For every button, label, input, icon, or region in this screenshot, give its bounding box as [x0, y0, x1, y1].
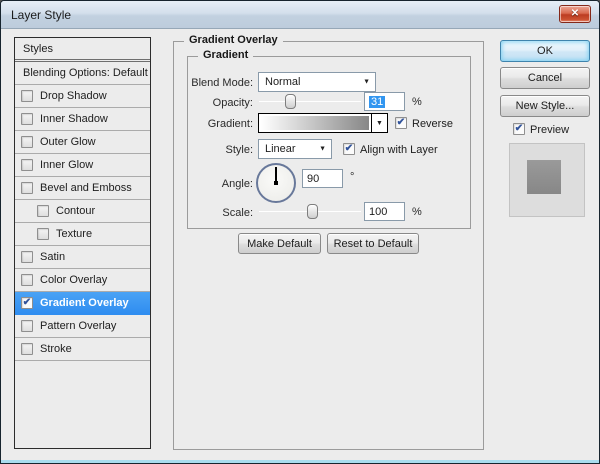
layer-style-dialog: Layer Style ✕ Styles Blending Options: D…: [0, 0, 600, 464]
dialog-content: Styles Blending Options: Default Drop Sha…: [1, 29, 599, 463]
gradient-overlay-checkbox[interactable]: ✔: [21, 297, 33, 309]
window-title: Layer Style: [11, 8, 71, 22]
scale-input[interactable]: 100: [364, 202, 405, 221]
gradient-dropdown-button[interactable]: ▼: [371, 114, 387, 132]
angle-label: Angle:: [181, 178, 253, 190]
sidebar-item-contour[interactable]: Contour: [15, 200, 150, 223]
angle-input[interactable]: 90: [302, 169, 343, 188]
sidebar-item-inner-shadow[interactable]: Inner Shadow: [15, 108, 150, 131]
sidebar-item-stroke[interactable]: Stroke: [15, 338, 150, 361]
sidebar-item-label: Outer Glow: [40, 136, 96, 148]
opacity-unit: %: [412, 96, 422, 108]
styles-list-header[interactable]: Styles: [15, 38, 150, 60]
texture-checkbox[interactable]: [37, 228, 49, 240]
sidebar-item-label: Inner Glow: [40, 159, 93, 171]
sidebar-item-label: Contour: [56, 205, 95, 217]
chevron-down-icon: ▼: [363, 79, 370, 86]
align-with-layer-checkbox[interactable]: ✔: [343, 143, 355, 155]
sidebar-item-blending-options-default[interactable]: Blending Options: Default: [15, 62, 150, 85]
styles-list-items: Blending Options: Default Drop Shadow Inne…: [15, 62, 150, 361]
blend-mode-label: Blend Mode:: [181, 77, 253, 89]
sidebar-item-gradient-overlay[interactable]: ✔ Gradient Overlay: [15, 292, 150, 315]
gradient-group-title: Gradient: [198, 49, 253, 61]
gradient-swatch[interactable]: [261, 116, 369, 130]
align-with-layer-label: Align with Layer: [360, 144, 438, 156]
sidebar-item-drop-shadow[interactable]: Drop Shadow: [15, 85, 150, 108]
preview-thumbnail: [509, 143, 585, 217]
inner-glow-checkbox[interactable]: [21, 159, 33, 171]
opacity-input[interactable]: 31: [364, 92, 405, 111]
titlebar[interactable]: Layer Style ✕: [1, 1, 599, 29]
blend-mode-select[interactable]: Normal ▼: [258, 72, 376, 92]
outer-glow-checkbox[interactable]: [21, 136, 33, 148]
chevron-down-icon: ▼: [319, 146, 326, 153]
sidebar-item-label: Pattern Overlay: [40, 320, 116, 332]
sidebar-item-bevel-and-emboss[interactable]: Bevel and Emboss: [15, 177, 150, 200]
sidebar-item-label: Stroke: [40, 343, 72, 355]
make-default-button[interactable]: Make Default: [238, 233, 321, 254]
color-overlay-checkbox[interactable]: [21, 274, 33, 286]
style-value: Linear: [265, 143, 296, 155]
styles-list: Styles Blending Options: Default Drop Sha…: [14, 37, 151, 449]
scale-label: Scale:: [181, 207, 253, 219]
pattern-overlay-checkbox[interactable]: [21, 320, 33, 332]
reverse-label: Reverse: [412, 118, 453, 130]
sidebar-item-pattern-overlay[interactable]: Pattern Overlay: [15, 315, 150, 338]
style-label: Style:: [181, 144, 253, 156]
scale-slider[interactable]: [259, 203, 361, 221]
stroke-checkbox[interactable]: [21, 343, 33, 355]
window-bottom-edge: [1, 460, 599, 463]
preview-label: Preview: [530, 124, 569, 136]
sidebar-item-label: Inner Shadow: [40, 113, 108, 125]
gradient-overlay-group-title: Gradient Overlay: [184, 34, 283, 46]
chevron-down-icon: ▼: [376, 120, 383, 127]
contour-checkbox[interactable]: [37, 205, 49, 217]
gradient-picker[interactable]: ▼: [258, 113, 388, 133]
sidebar-item-satin[interactable]: Satin: [15, 246, 150, 269]
scale-slider-thumb[interactable]: [307, 204, 318, 219]
sidebar-item-outer-glow[interactable]: Outer Glow: [15, 131, 150, 154]
sidebar-item-label: Texture: [56, 228, 92, 240]
blend-mode-value: Normal: [265, 76, 300, 88]
inner-shadow-checkbox[interactable]: [21, 113, 33, 125]
sidebar-item-label: Bevel and Emboss: [40, 182, 132, 194]
close-icon: ✕: [571, 8, 579, 19]
sidebar-item-inner-glow[interactable]: Inner Glow: [15, 154, 150, 177]
preview-thumbnail-layer: [527, 160, 561, 194]
angle-dial-center: [274, 181, 278, 185]
gradient-label: Gradient:: [181, 118, 253, 130]
sidebar-item-color-overlay[interactable]: Color Overlay: [15, 269, 150, 292]
cancel-button[interactable]: Cancel: [500, 67, 590, 89]
drop-shadow-checkbox[interactable]: [21, 90, 33, 102]
sidebar-item-label: Gradient Overlay: [40, 297, 129, 309]
bevel-and-emboss-checkbox[interactable]: [21, 182, 33, 194]
ok-button[interactable]: OK: [500, 40, 590, 62]
opacity-slider[interactable]: [259, 93, 361, 111]
sidebar-item-texture[interactable]: Texture: [15, 223, 150, 246]
sidebar-item-label: Drop Shadow: [40, 90, 107, 102]
scale-value: 100: [369, 206, 387, 218]
angle-value: 90: [307, 173, 319, 185]
opacity-slider-thumb[interactable]: [285, 94, 296, 109]
angle-unit: °: [350, 171, 354, 183]
angle-dial[interactable]: [256, 163, 296, 203]
opacity-label: Opacity:: [181, 97, 253, 109]
reverse-checkbox[interactable]: ✔: [395, 117, 407, 129]
close-button[interactable]: ✕: [559, 5, 591, 23]
preview-checkbox[interactable]: ✔: [513, 123, 525, 135]
scale-unit: %: [412, 206, 422, 218]
opacity-value: 31: [369, 96, 385, 108]
satin-checkbox[interactable]: [21, 251, 33, 263]
sidebar-item-label: Color Overlay: [40, 274, 107, 286]
new-style-button[interactable]: New Style...: [500, 95, 590, 117]
sidebar-item-label: Satin: [40, 251, 65, 263]
style-select[interactable]: Linear ▼: [258, 139, 332, 159]
opacity-slider-track: [259, 101, 361, 102]
reset-to-default-button[interactable]: Reset to Default: [327, 233, 419, 254]
sidebar-item-label: Blending Options: Default: [23, 67, 148, 79]
